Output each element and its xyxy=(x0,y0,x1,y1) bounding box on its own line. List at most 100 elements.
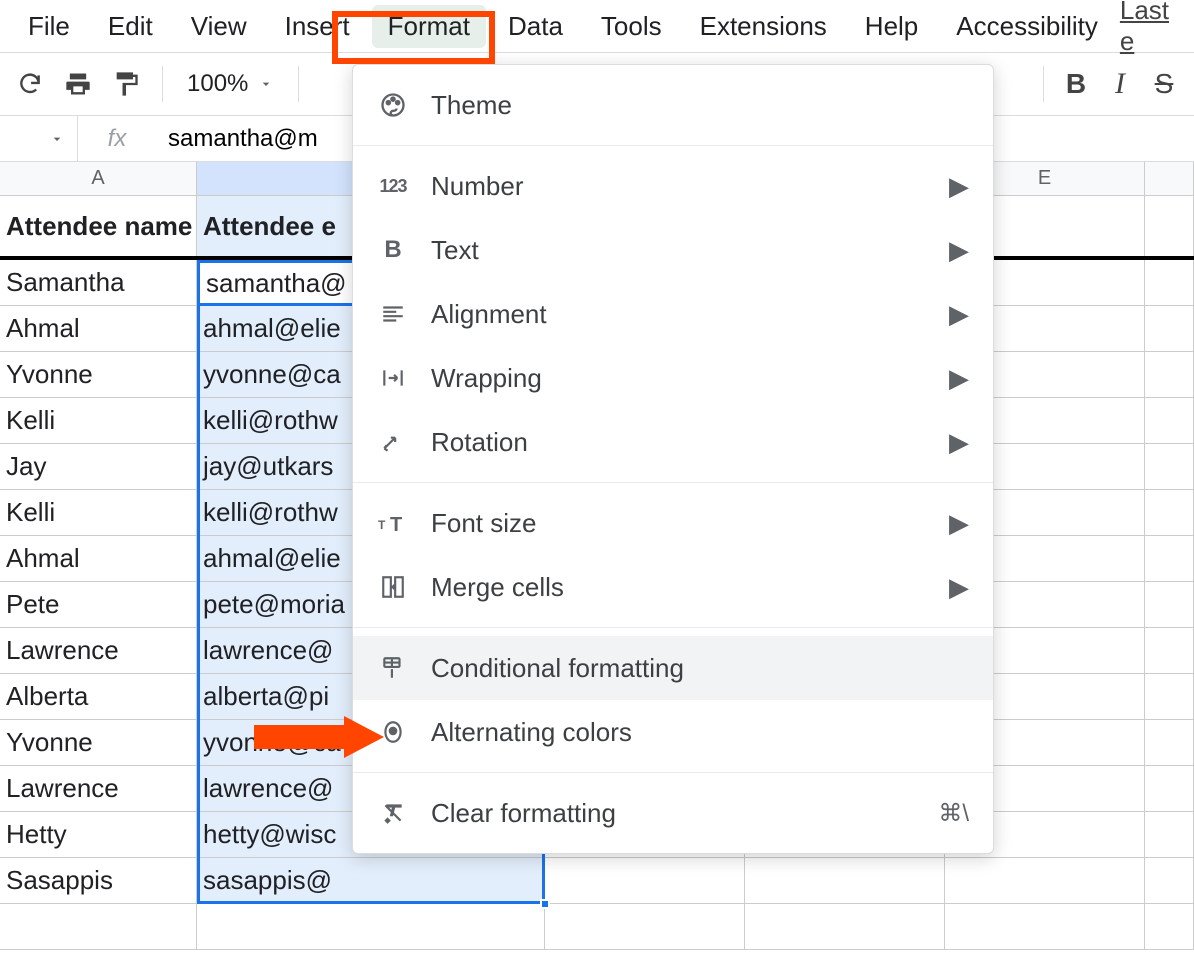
menu-label: Text xyxy=(431,235,479,266)
cell[interactable]: Lawrence xyxy=(0,628,197,673)
chevron-right-icon: ▶ xyxy=(949,235,969,266)
alignment-icon xyxy=(377,298,409,330)
col-head-a[interactable]: A xyxy=(0,162,197,195)
print-icon[interactable] xyxy=(56,62,100,106)
chevron-right-icon: ▶ xyxy=(949,299,969,330)
cell[interactable]: sasappis@ xyxy=(197,858,545,903)
cell[interactable] xyxy=(1145,674,1194,719)
menu-separator xyxy=(353,482,993,483)
cell[interactable]: Kelli xyxy=(0,398,197,443)
paint-format-icon[interactable] xyxy=(104,62,148,106)
cell[interactable] xyxy=(945,904,1145,949)
zoom-value: 100% xyxy=(187,70,248,98)
cell[interactable] xyxy=(1145,628,1194,673)
text-icon: B xyxy=(377,234,409,266)
chevron-right-icon: ▶ xyxy=(949,572,969,603)
menu-text[interactable]: B Text ▶ xyxy=(353,218,993,282)
cell[interactable]: Samantha xyxy=(0,260,197,305)
cell[interactable]: Sasappis xyxy=(0,858,197,903)
menu-separator xyxy=(353,772,993,773)
cell[interactable]: Ahmal xyxy=(0,306,197,351)
menu-view[interactable]: View xyxy=(175,5,263,48)
menu-tools[interactable]: Tools xyxy=(585,5,678,48)
toolbar-separator xyxy=(298,66,299,102)
chevron-right-icon: ▶ xyxy=(949,171,969,202)
menu-wrapping[interactable]: Wrapping ▶ xyxy=(353,346,993,410)
cell[interactable] xyxy=(1145,196,1194,256)
cell[interactable]: Kelli xyxy=(0,490,197,535)
menu-label: Clear formatting xyxy=(431,798,616,829)
svg-text:T: T xyxy=(390,514,402,536)
toolbar-separator xyxy=(162,66,163,102)
cell[interactable] xyxy=(0,904,197,949)
menu-edit[interactable]: Edit xyxy=(92,5,169,48)
rotation-icon xyxy=(377,426,409,458)
cell[interactable] xyxy=(1145,582,1194,627)
format-dropdown: Theme 123 Number ▶ B Text ▶ Alignment ▶ … xyxy=(352,64,994,854)
cell[interactable] xyxy=(1145,536,1194,581)
cell[interactable] xyxy=(545,858,745,903)
cell[interactable]: Ahmal xyxy=(0,536,197,581)
cell[interactable] xyxy=(745,904,945,949)
menu-accessibility[interactable]: Accessibility xyxy=(940,5,1114,48)
cell[interactable] xyxy=(1145,720,1194,765)
menu-extensions[interactable]: Extensions xyxy=(684,5,843,48)
shortcut-label: ⌘\ xyxy=(938,799,969,828)
menu-theme[interactable]: Theme xyxy=(353,73,993,137)
chevron-down-icon xyxy=(49,131,65,147)
cell[interactable] xyxy=(1145,766,1194,811)
cell[interactable] xyxy=(1145,306,1194,351)
cell[interactable]: Pete xyxy=(0,582,197,627)
menu-conditional-formatting[interactable]: Conditional formatting xyxy=(353,636,993,700)
menubar: File Edit View Insert Format Data Tools … xyxy=(0,0,1194,52)
menu-label: Merge cells xyxy=(431,572,564,603)
menu-label: Conditional formatting xyxy=(431,653,684,684)
cell[interactable]: Alberta xyxy=(0,674,197,719)
bold-button[interactable]: B xyxy=(1054,62,1098,106)
toolbar-separator xyxy=(1043,66,1044,102)
cell[interactable]: Hetty xyxy=(0,812,197,857)
menu-merge-cells[interactable]: Merge cells ▶ xyxy=(353,555,993,619)
menu-alternating-colors[interactable]: Alternating colors xyxy=(353,700,993,764)
menu-data[interactable]: Data xyxy=(492,5,579,48)
menu-label: Rotation xyxy=(431,427,528,458)
menu-file[interactable]: File xyxy=(12,5,86,48)
merge-cells-icon xyxy=(377,571,409,603)
menu-help[interactable]: Help xyxy=(849,5,934,48)
cell[interactable] xyxy=(1145,904,1194,949)
cell[interactable] xyxy=(1145,352,1194,397)
cell[interactable]: Yvonne xyxy=(0,720,197,765)
fx-label: fx xyxy=(78,125,156,153)
redo-icon[interactable] xyxy=(8,62,52,106)
last-edit-link[interactable]: Last e xyxy=(1120,0,1182,57)
menu-alignment[interactable]: Alignment ▶ xyxy=(353,282,993,346)
cell[interactable] xyxy=(745,858,945,903)
menu-number[interactable]: 123 Number ▶ xyxy=(353,154,993,218)
menu-label: Alternating colors xyxy=(431,717,632,748)
cell[interactable] xyxy=(1145,444,1194,489)
cell[interactable] xyxy=(1145,812,1194,857)
zoom-dropdown[interactable]: 100% xyxy=(177,70,284,98)
cell[interactable] xyxy=(197,904,545,949)
menu-clear-formatting[interactable]: Clear formatting ⌘\ xyxy=(353,781,993,845)
cell[interactable] xyxy=(545,904,745,949)
cell[interactable]: Yvonne xyxy=(0,352,197,397)
col-head-f[interactable] xyxy=(1145,162,1194,195)
menu-rotation[interactable]: Rotation ▶ xyxy=(353,410,993,474)
cell[interactable]: Jay xyxy=(0,444,197,489)
italic-button[interactable]: I xyxy=(1098,62,1142,106)
name-box[interactable] xyxy=(0,116,78,161)
cell[interactable] xyxy=(1145,260,1194,305)
cell[interactable] xyxy=(1145,858,1194,903)
menu-font-size[interactable]: TT Font size ▶ xyxy=(353,491,993,555)
header-cell[interactable]: Attendee name xyxy=(0,196,197,256)
number-icon: 123 xyxy=(377,170,409,202)
menu-format[interactable]: Format xyxy=(372,5,486,48)
cell[interactable] xyxy=(1145,398,1194,443)
selection-handle[interactable] xyxy=(540,899,550,909)
menu-insert[interactable]: Insert xyxy=(269,5,366,48)
cell[interactable] xyxy=(1145,490,1194,535)
strikethrough-button[interactable]: S xyxy=(1142,62,1186,106)
cell[interactable]: Lawrence xyxy=(0,766,197,811)
cell[interactable] xyxy=(945,858,1145,903)
